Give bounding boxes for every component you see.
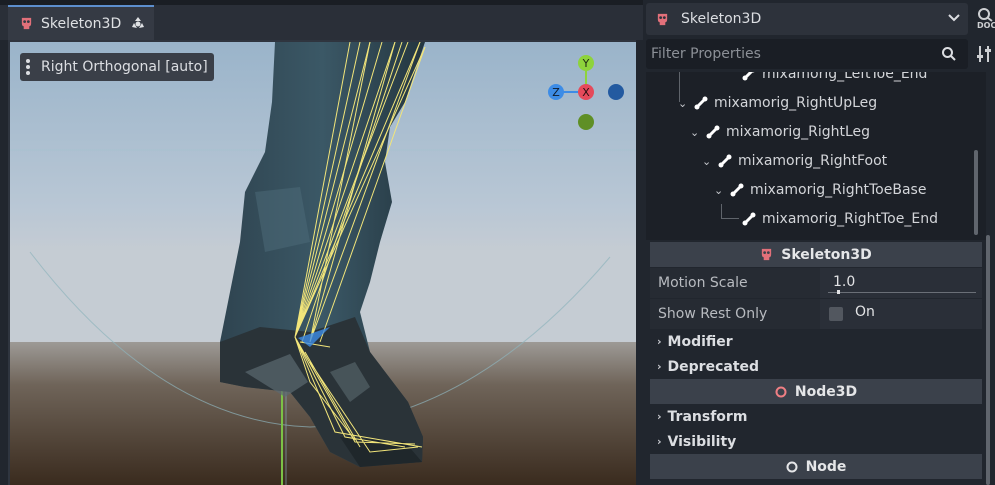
filter-placeholder: Filter Properties <box>651 46 761 62</box>
viewport-view-label: Right Orthogonal [auto] <box>41 59 208 75</box>
checkbox-label: On <box>855 304 875 320</box>
section-label: Node3D <box>794 383 858 400</box>
skeleton-icon <box>762 248 772 261</box>
tree-item-rightupleg[interactable]: ⌄ mixamorig_RightUpLeg <box>678 89 877 117</box>
skeleton-icon <box>657 13 668 25</box>
chevron-down-icon[interactable]: ⌄ <box>714 184 730 197</box>
tab-skeleton3d[interactable]: Skeleton3D <box>8 5 154 40</box>
chevron-down-icon[interactable]: ⌄ <box>690 126 706 139</box>
filter-options-icon[interactable] <box>976 45 992 63</box>
show-rest-only-row: Show Rest Only On <box>650 299 982 329</box>
tree-item-lefttoe-end[interactable]: mixamorig_LeftToe_End <box>742 72 927 88</box>
tree-item-label: mixamorig_RightToeBase <box>750 182 927 198</box>
motion-scale-label: Motion Scale <box>658 275 748 291</box>
filter-properties-input[interactable]: Filter Properties <box>646 39 968 69</box>
distraction-free-icon[interactable] <box>130 16 146 32</box>
viewport-scene <box>10 42 636 485</box>
tree-item-label: mixamorig_RightLeg <box>726 124 871 140</box>
chevron-right-icon: › <box>657 360 662 373</box>
tree-line <box>721 218 739 219</box>
bone-icon <box>730 183 744 197</box>
orientation-gizmo[interactable]: Y Z X <box>546 53 630 137</box>
group-label: Modifier <box>667 333 733 350</box>
checkbox-box <box>829 307 843 321</box>
tree-item-righttoebase[interactable]: ⌄ mixamorig_RightToeBase <box>714 176 926 204</box>
motion-scale-row: Motion Scale 1.0 <box>650 268 982 298</box>
group-deprecated[interactable]: › Deprecated <box>650 354 982 379</box>
node-icon <box>786 461 798 472</box>
object-label: Skeleton3D <box>681 11 762 27</box>
editor-area: Skeleton3D Right Orthogonal [auto] Y Z X <box>0 0 643 485</box>
bone-icon <box>694 96 708 110</box>
doc-label: DOC <box>977 21 995 30</box>
section-node3d: Node3D <box>650 379 982 404</box>
skeleton-icon <box>21 17 32 30</box>
gizmo-y-label: Y <box>582 57 590 70</box>
section-node: Node <box>650 454 982 479</box>
tree-item-rightleg[interactable]: ⌄ mixamorig_RightLeg <box>690 118 870 146</box>
tree-item-righttoe-end[interactable]: mixamorig_RightToe_End <box>742 205 938 233</box>
group-label: Deprecated <box>667 358 760 375</box>
node3d-icon <box>775 386 787 397</box>
show-rest-only-checkbox[interactable]: On <box>820 299 982 329</box>
motion-scale-value: 1.0 <box>833 274 856 290</box>
gizmo-neg-z[interactable] <box>608 84 624 100</box>
tree-scrollbar[interactable] <box>974 150 978 235</box>
tab-label: Skeleton3D <box>41 15 122 32</box>
chevron-down-icon[interactable]: ⌄ <box>678 97 694 110</box>
object-selector[interactable]: Skeleton3D <box>646 3 968 35</box>
viewport-frame: Right Orthogonal [auto] Y Z X <box>8 40 636 485</box>
gizmo-neg-y[interactable] <box>578 114 594 130</box>
search-icon <box>942 47 956 61</box>
scene-tab-bar: Skeleton3D <box>0 5 643 40</box>
section-label: Node <box>805 458 847 475</box>
tree-item-label: mixamorig_RightFoot <box>738 153 888 169</box>
tree-item-rightfoot[interactable]: ⌄ mixamorig_RightFoot <box>702 147 887 175</box>
gizmo-z-label: Z <box>552 86 560 99</box>
tree-line <box>721 204 722 218</box>
group-label: Transform <box>667 408 748 425</box>
gizmo-x-label: X <box>582 86 590 99</box>
chevron-down-icon[interactable]: ⌄ <box>702 155 718 168</box>
slider-track <box>828 292 976 293</box>
group-visibility[interactable]: › Visibility <box>650 429 982 454</box>
chevron-right-icon: › <box>657 435 662 448</box>
bone-tree: mixamorig_LeftToe_End ⌄ mixamorig_RightU… <box>646 72 986 240</box>
tree-item-label: mixamorig_RightUpLeg <box>714 95 878 111</box>
inspector-scrollbar[interactable] <box>986 235 990 485</box>
tree-item-label: mixamorig_RightToe_End <box>762 211 938 227</box>
bone-icon <box>706 125 720 139</box>
group-label: Visibility <box>667 433 737 450</box>
viewport-menu-button[interactable]: Right Orthogonal [auto] <box>20 53 214 81</box>
3d-viewport[interactable]: Right Orthogonal [auto] Y Z X <box>10 42 636 485</box>
motion-scale-slider[interactable]: 1.0 <box>820 268 982 298</box>
section-skeleton3d: Skeleton3D <box>650 242 982 267</box>
kebab-icon <box>26 59 30 75</box>
group-transform[interactable]: › Transform <box>650 404 982 429</box>
chevron-right-icon: › <box>657 410 662 423</box>
chevron-down-icon <box>948 14 960 22</box>
slider-grabber <box>837 290 840 294</box>
tree-item-label: mixamorig_LeftToe_End <box>762 72 928 82</box>
bone-icon <box>718 154 732 168</box>
chevron-right-icon: › <box>657 335 662 348</box>
bone-icon <box>742 212 756 226</box>
show-rest-only-label: Show Rest Only <box>658 306 768 322</box>
bone-icon <box>742 72 755 81</box>
group-modifier[interactable]: › Modifier <box>650 329 982 354</box>
inspector-panel: Skeleton3D DOC Filter Properties mixamor… <box>643 0 995 485</box>
doc-button[interactable]: DOC <box>976 6 995 34</box>
section-label: Skeleton3D <box>781 246 872 263</box>
